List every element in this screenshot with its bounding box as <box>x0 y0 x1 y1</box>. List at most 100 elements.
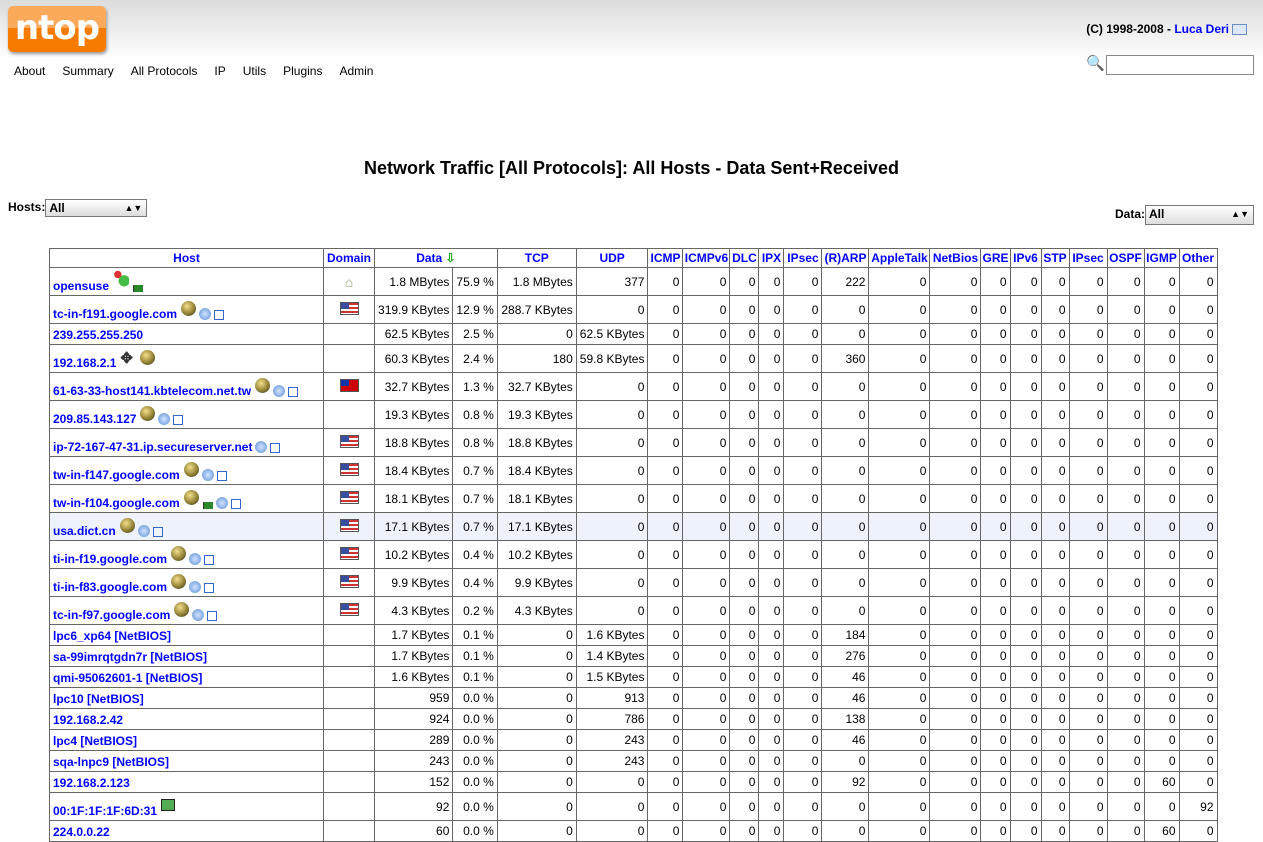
column-header-dlc[interactable]: DLC <box>729 248 760 268</box>
host-link[interactable]: ti-in-f83.google.com <box>53 580 167 594</box>
host-cell: tw-in-f147.google.com <box>49 456 324 485</box>
host-link[interactable]: lpc6_xp64 [NetBIOS] <box>53 629 171 643</box>
host-link[interactable]: usa.dict.cn <box>53 524 116 538</box>
data-select[interactable]: All ▲▼ <box>1145 205 1254 225</box>
host-link[interactable]: opensuse <box>53 279 109 293</box>
protocol-cell-netbios: 0 <box>929 295 982 324</box>
external-link-icon[interactable] <box>214 310 225 320</box>
column-header-icmp[interactable]: ICMP <box>647 248 684 268</box>
domain-cell <box>322 400 376 429</box>
host-link[interactable]: 192.168.2.42 <box>53 713 123 727</box>
host-link[interactable]: ti-in-f19.google.com <box>53 552 167 566</box>
protocol-cell-rarp: 0 <box>821 568 870 597</box>
column-header-udp[interactable]: UDP <box>575 248 649 268</box>
column-header-ipsec[interactable]: IPsec <box>1068 248 1108 268</box>
ntop-logo[interactable]: ntop <box>8 6 106 52</box>
host-link[interactable]: tc-in-f191.google.com <box>53 307 177 321</box>
host-link[interactable]: tw-in-f104.google.com <box>53 496 180 510</box>
host-link[interactable]: 239.255.255.250 <box>53 328 143 342</box>
table-row: 192.168.2.123 152 0.0 % 0 0 0 0 0 0 0 92 0 0 0 0 0 0 0 60 0 <box>49 771 1218 793</box>
host-link[interactable]: lpc4 [NetBIOS] <box>53 734 137 748</box>
external-link-icon[interactable] <box>204 555 214 565</box>
protocol-cell-udp: 0 <box>575 540 649 569</box>
host-link[interactable]: 209.85.143.127 <box>53 412 136 426</box>
external-link-icon[interactable] <box>207 611 218 621</box>
search-input[interactable] <box>1106 55 1254 75</box>
column-header-domain[interactable]: Domain <box>322 248 376 268</box>
column-header-ospf[interactable]: OSPF <box>1106 248 1145 268</box>
host-link[interactable]: tw-in-f147.google.com <box>53 468 180 482</box>
column-header-tcp[interactable]: TCP <box>496 248 577 268</box>
menu-all-protocols[interactable]: All Protocols <box>131 64 198 78</box>
external-link-icon[interactable] <box>270 443 281 453</box>
protocol-cell-stp: 0 <box>1040 729 1070 751</box>
menu-plugins[interactable]: Plugins <box>283 64 322 78</box>
host-link[interactable]: ip-72-167-47-31.ip.secureserver.net <box>53 440 252 454</box>
protocol-cell-ospf: 0 <box>1106 771 1145 793</box>
protocol-cell-netbios: 0 <box>929 372 982 401</box>
external-link-icon[interactable] <box>173 415 184 425</box>
column-header-gre[interactable]: GRE <box>980 248 1011 268</box>
column-header-igmp[interactable]: IGMP <box>1143 248 1180 268</box>
protocol-cell-udp: 0 <box>575 295 649 324</box>
host-link[interactable]: 192.168.2.123 <box>53 776 130 790</box>
table-row: sa-99imrqtgdn7r [NetBIOS] 1.7 KBytes 0.1 %… <box>49 645 1218 667</box>
protocol-cell-icmpv6: 0 <box>682 792 731 821</box>
protocol-cell-ipsec: 0 <box>783 267 823 296</box>
column-header-rarp[interactable]: (R)ARP <box>821 248 870 268</box>
table-row: lpc4 [NetBIOS] 289 0.0 % 0 243 0 0 0 0 0 46 0 0 0 0 0 0 0… <box>49 729 1218 751</box>
host-cell: 61-63-33-host141.kbtelecom.net.tw <box>49 372 324 401</box>
host-link[interactable]: tc-in-f97.google.com <box>53 608 170 622</box>
host-link[interactable]: 224.0.0.22 <box>53 825 110 839</box>
column-header-icmpv6[interactable]: ICMPv6 <box>682 248 731 268</box>
host-link[interactable]: lpc10 [NetBIOS] <box>53 692 144 706</box>
column-header-host[interactable]: Host <box>49 248 324 268</box>
protocol-cell-appletalk: 0 <box>868 771 931 793</box>
column-header-netbios[interactable]: NetBios <box>929 248 982 268</box>
menu-about[interactable]: About <box>14 64 45 78</box>
author-link[interactable]: Luca Deri <box>1174 22 1229 36</box>
host-link[interactable]: 192.168.2.1 <box>53 356 116 370</box>
protocol-cell-icmpv6: 0 <box>682 771 731 793</box>
protocol-cell-udp: 1.6 KBytes <box>575 624 649 646</box>
menu-ip[interactable]: IP <box>214 64 225 78</box>
column-header-data[interactable]: Data ⇩ <box>374 248 498 268</box>
protocol-cell-appletalk: 0 <box>868 295 931 324</box>
host-link[interactable]: sqa-lnpc9 [NetBIOS] <box>53 755 169 769</box>
column-header-ipx[interactable]: IPX <box>758 248 785 268</box>
protocol-cell-icmpv6: 0 <box>682 484 731 513</box>
column-header-ipv6[interactable]: IPv6 <box>1009 248 1042 268</box>
data-cell: 1.7 KBytes <box>374 624 454 646</box>
domain-cell <box>322 323 376 345</box>
external-link-icon[interactable] <box>288 387 299 397</box>
percent-cell: 0.1 % <box>452 645 498 667</box>
menu-admin[interactable]: Admin <box>339 64 373 78</box>
host-cell: lpc10 [NetBIOS] <box>49 687 324 709</box>
satellite-icon <box>137 525 150 537</box>
host-link[interactable]: 00:1F:1F:1F:6D:31 <box>53 804 157 818</box>
external-link-icon[interactable] <box>216 471 227 481</box>
column-header-ipsec[interactable]: IPsec <box>783 248 823 268</box>
table-row: opensuse ⌂ 1.8 MBytes 75.9 % 1.8 MBytes 377 0 0… <box>49 267 1218 296</box>
protocol-cell-netbios: 0 <box>929 750 982 772</box>
external-link-icon[interactable] <box>204 583 214 593</box>
protocol-cell-udp: 62.5 KBytes <box>575 323 649 345</box>
hosts-select[interactable]: All ▲▼ <box>45 199 148 217</box>
column-header-other[interactable]: Other <box>1178 248 1218 268</box>
menu-utils[interactable]: Utils <box>243 64 266 78</box>
protocol-cell-ipsec: 0 <box>1068 512 1108 541</box>
mail-icon[interactable] <box>1232 24 1247 36</box>
table-row: 61-63-33-host141.kbtelecom.net.tw 32.7 KB… <box>49 372 1218 401</box>
network-card-icon <box>161 799 176 811</box>
host-link[interactable]: 61-63-33-host141.kbtelecom.net.tw <box>53 384 251 398</box>
copyright-text: (C) 1998-2008 - <box>1086 22 1175 36</box>
host-link[interactable]: qmi-95062601-1 [NetBIOS] <box>53 671 202 685</box>
column-header-stp[interactable]: STP <box>1040 248 1070 268</box>
select-arrows-icon: ▲▼ <box>124 203 143 213</box>
protocol-cell-gre: 0 <box>980 568 1011 597</box>
host-link[interactable]: sa-99imrqtgdn7r [NetBIOS] <box>53 650 207 664</box>
external-link-icon[interactable] <box>230 499 241 509</box>
external-link-icon[interactable] <box>152 527 163 537</box>
column-header-appletalk[interactable]: AppleTalk <box>868 248 931 268</box>
menu-summary[interactable]: Summary <box>62 64 113 78</box>
